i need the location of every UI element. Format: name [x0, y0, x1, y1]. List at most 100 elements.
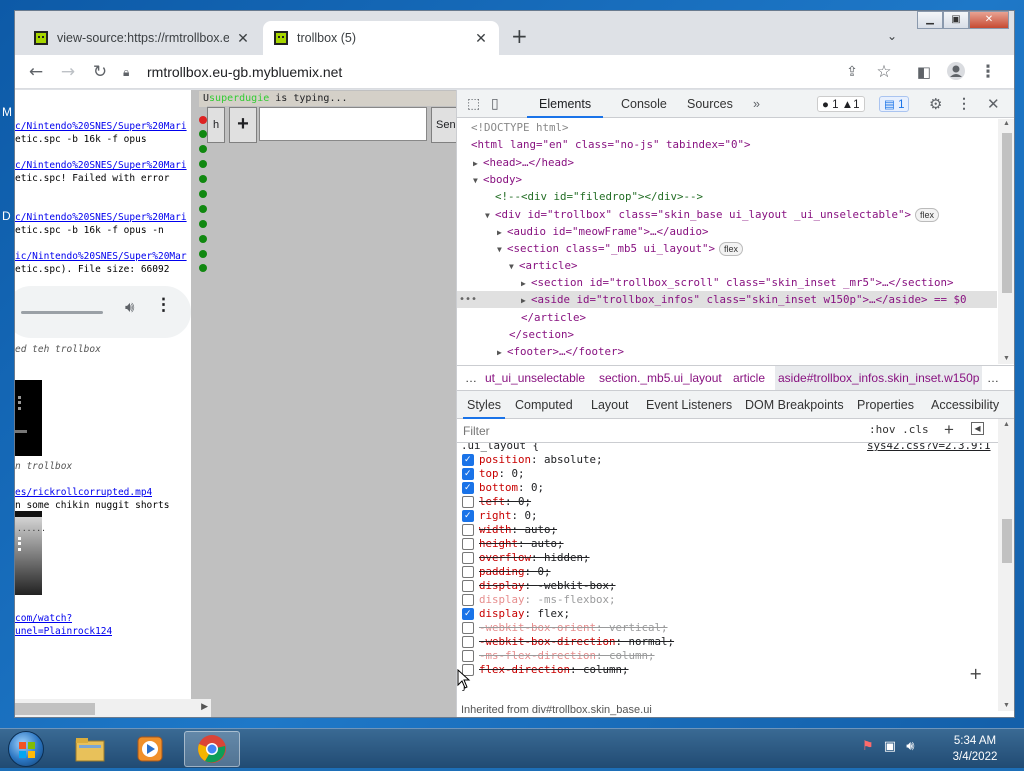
flex-badge[interactable]: flex [719, 242, 744, 256]
messages-counter[interactable]: ▤ 1 [879, 96, 910, 112]
taskbar-media-player[interactable] [122, 731, 178, 767]
tab-accessibility[interactable]: Accessibility [931, 391, 999, 419]
chat-link[interactable]: com/watch? [15, 612, 72, 625]
declaration-text[interactable]: flex-direction: column; [479, 663, 629, 677]
declaration-text[interactable]: padding: 0; [479, 565, 551, 579]
message-input[interactable] [259, 107, 427, 141]
devtools-menu-icon[interactable]: ⋮ [957, 95, 971, 112]
chat-log[interactable]: c/Nintendo%20SNES/Super%20Mari etic.spc … [15, 90, 191, 699]
user-status-dot[interactable] [199, 250, 207, 258]
declaration-text[interactable]: top: 0; [479, 467, 525, 481]
window-close-button[interactable]: ✕ [969, 11, 1009, 29]
styles-filter-input[interactable] [457, 419, 857, 442]
breadcrumb-item-selected[interactable]: aside#trollbox_infos.skin_inset.w150p [775, 366, 983, 390]
declaration-checkbox[interactable] [462, 552, 474, 564]
address-bar[interactable]: 🔒︎ rmtrollbox.eu-gb.mybluemix.net [123, 59, 843, 85]
user-status-dot[interactable] [199, 264, 207, 272]
declaration-text[interactable]: -ms-flex-direction: column; [479, 649, 655, 663]
declaration-checkbox[interactable] [462, 453, 474, 467]
declaration-text[interactable]: right: 0; [479, 509, 538, 523]
collapse-arrow-icon[interactable]: ▼ [485, 207, 495, 224]
user-status-dot[interactable] [199, 160, 207, 168]
nick-button[interactable]: h [207, 107, 225, 143]
toggle-sidebar-icon[interactable]: ◂ [971, 422, 984, 435]
horizontal-scrollbar[interactable]: ▶ [15, 699, 211, 717]
add-button[interactable]: + [229, 107, 257, 143]
dom-line-section-close[interactable]: </section> [509, 326, 574, 343]
tab-search-button[interactable]: ⌄ [887, 29, 897, 43]
profile-avatar-icon[interactable] [945, 61, 967, 87]
tab-layout[interactable]: Layout [591, 391, 629, 419]
dom-line-comment[interactable]: <!--<div id="filedrop"></div>--> [495, 188, 703, 205]
start-button[interactable] [8, 731, 44, 767]
dom-line-scroll-section[interactable]: ▶ <section id="trollbox_scroll" class="sk… [521, 274, 954, 292]
close-icon[interactable]: ✕ [235, 30, 251, 47]
user-status-dot[interactable] [199, 175, 207, 183]
send-button[interactable]: Send [431, 107, 456, 143]
declaration-checkbox[interactable] [462, 481, 474, 495]
styles-scrollbar[interactable]: ▲ ▼ [998, 419, 1014, 711]
settings-gear-icon[interactable]: ⚙ [929, 95, 942, 113]
desktop-letter-2[interactable]: D [2, 164, 12, 268]
breadcrumb-ellipsis[interactable]: … [987, 366, 999, 390]
declaration-checkbox[interactable] [462, 594, 474, 606]
forward-icon[interactable]: → [57, 61, 79, 83]
declaration-checkbox[interactable] [462, 607, 474, 621]
network-icon[interactable]: ▣ [884, 739, 896, 754]
declaration-checkbox[interactable] [462, 622, 474, 634]
user-status-dot[interactable] [199, 145, 207, 153]
taskbar-chrome[interactable] [184, 731, 240, 767]
breadcrumb-item[interactable]: article [733, 366, 765, 390]
styles-pane[interactable]: .ui_layout { sys42.css?v=2.3.9:1 positio… [457, 443, 997, 708]
tab-styles[interactable]: Styles [463, 391, 506, 419]
dom-line-aside[interactable]: ▶ <aside id="trollbox_infos" class="skin_… [521, 291, 967, 309]
tab-elements[interactable]: Elements [527, 90, 604, 118]
add-property-icon[interactable]: + [969, 666, 982, 682]
declaration-checkbox[interactable] [462, 467, 474, 481]
elements-tree[interactable]: ••• <!DOCTYPE html> <html lang="en" clas… [457, 119, 997, 364]
back-icon[interactable]: ← [25, 61, 47, 83]
user-status-dot[interactable] [199, 220, 207, 228]
dom-line-article-close[interactable]: </article> [521, 309, 586, 326]
user-status-dot[interactable] [199, 190, 207, 198]
expand-arrow-icon[interactable]: ▶ [473, 155, 483, 172]
expand-arrow-icon[interactable]: ▶ [497, 224, 507, 241]
maximize-button[interactable]: ▣ [943, 11, 969, 29]
declaration-text[interactable]: -webkit-box-direction: normal; [479, 635, 674, 649]
reload-icon[interactable]: ↻ [89, 61, 111, 83]
lock-icon[interactable]: 🔒︎ [123, 65, 139, 80]
collapse-arrow-icon[interactable]: ▼ [509, 258, 519, 275]
chrome-menu-icon[interactable]: ⋮ [977, 61, 999, 83]
tab-dom-breakpoints[interactable]: DOM Breakpoints [745, 391, 844, 419]
tab-sources[interactable]: Sources [675, 90, 745, 118]
tab-event-listeners[interactable]: Event Listeners [646, 391, 732, 419]
declaration-text[interactable]: bottom: 0; [479, 481, 544, 495]
more-options-icon[interactable]: ⋮ [155, 297, 172, 314]
declaration-text[interactable]: -webkit-box-orient: vertical; [479, 621, 668, 635]
declaration-checkbox[interactable] [462, 650, 474, 662]
declaration-text[interactable]: overflow: hidden; [479, 551, 590, 565]
declaration-text[interactable]: display: -ms-flexbox; [479, 593, 616, 607]
dom-line-article[interactable]: ▼ <article> [509, 257, 578, 275]
declaration-text[interactable]: position: absolute; [479, 453, 603, 467]
tab-console[interactable]: Console [609, 90, 679, 118]
declaration-text[interactable]: width: auto; [479, 523, 557, 537]
action-center-icon[interactable]: ⚑ [862, 739, 874, 754]
volume-icon[interactable]: 🔊︎ [125, 300, 134, 315]
dom-line-trollbox[interactable]: ▼ <div id="trollbox" class="skin_base ui_… [485, 206, 940, 224]
collapse-arrow-icon[interactable]: ▼ [473, 172, 483, 189]
more-tabs-icon[interactable]: » [747, 90, 766, 118]
scroll-up-icon[interactable]: ▲ [1003, 120, 1010, 127]
node-ellipsis-icon[interactable]: ••• [459, 291, 477, 308]
inspect-element-icon[interactable]: ⬚ [467, 95, 480, 112]
tab-computed[interactable]: Computed [515, 391, 573, 419]
expand-arrow-icon[interactable]: ▶ [521, 275, 531, 292]
scroll-down-icon[interactable]: ▼ [1003, 355, 1010, 362]
tab-trollbox[interactable]: trollbox (5) ✕ [263, 21, 499, 55]
chat-link[interactable]: c/Nintendo%20SNES/Super%20Mari [15, 159, 187, 172]
declaration-text[interactable]: left: 0; [479, 495, 531, 509]
breadcrumb-ellipsis[interactable]: … [465, 366, 477, 390]
expand-arrow-icon[interactable]: ▶ [497, 344, 507, 361]
user-status-dot[interactable] [199, 235, 207, 243]
breadcrumb-item[interactable]: section._mb5.ui_layout [599, 366, 722, 390]
